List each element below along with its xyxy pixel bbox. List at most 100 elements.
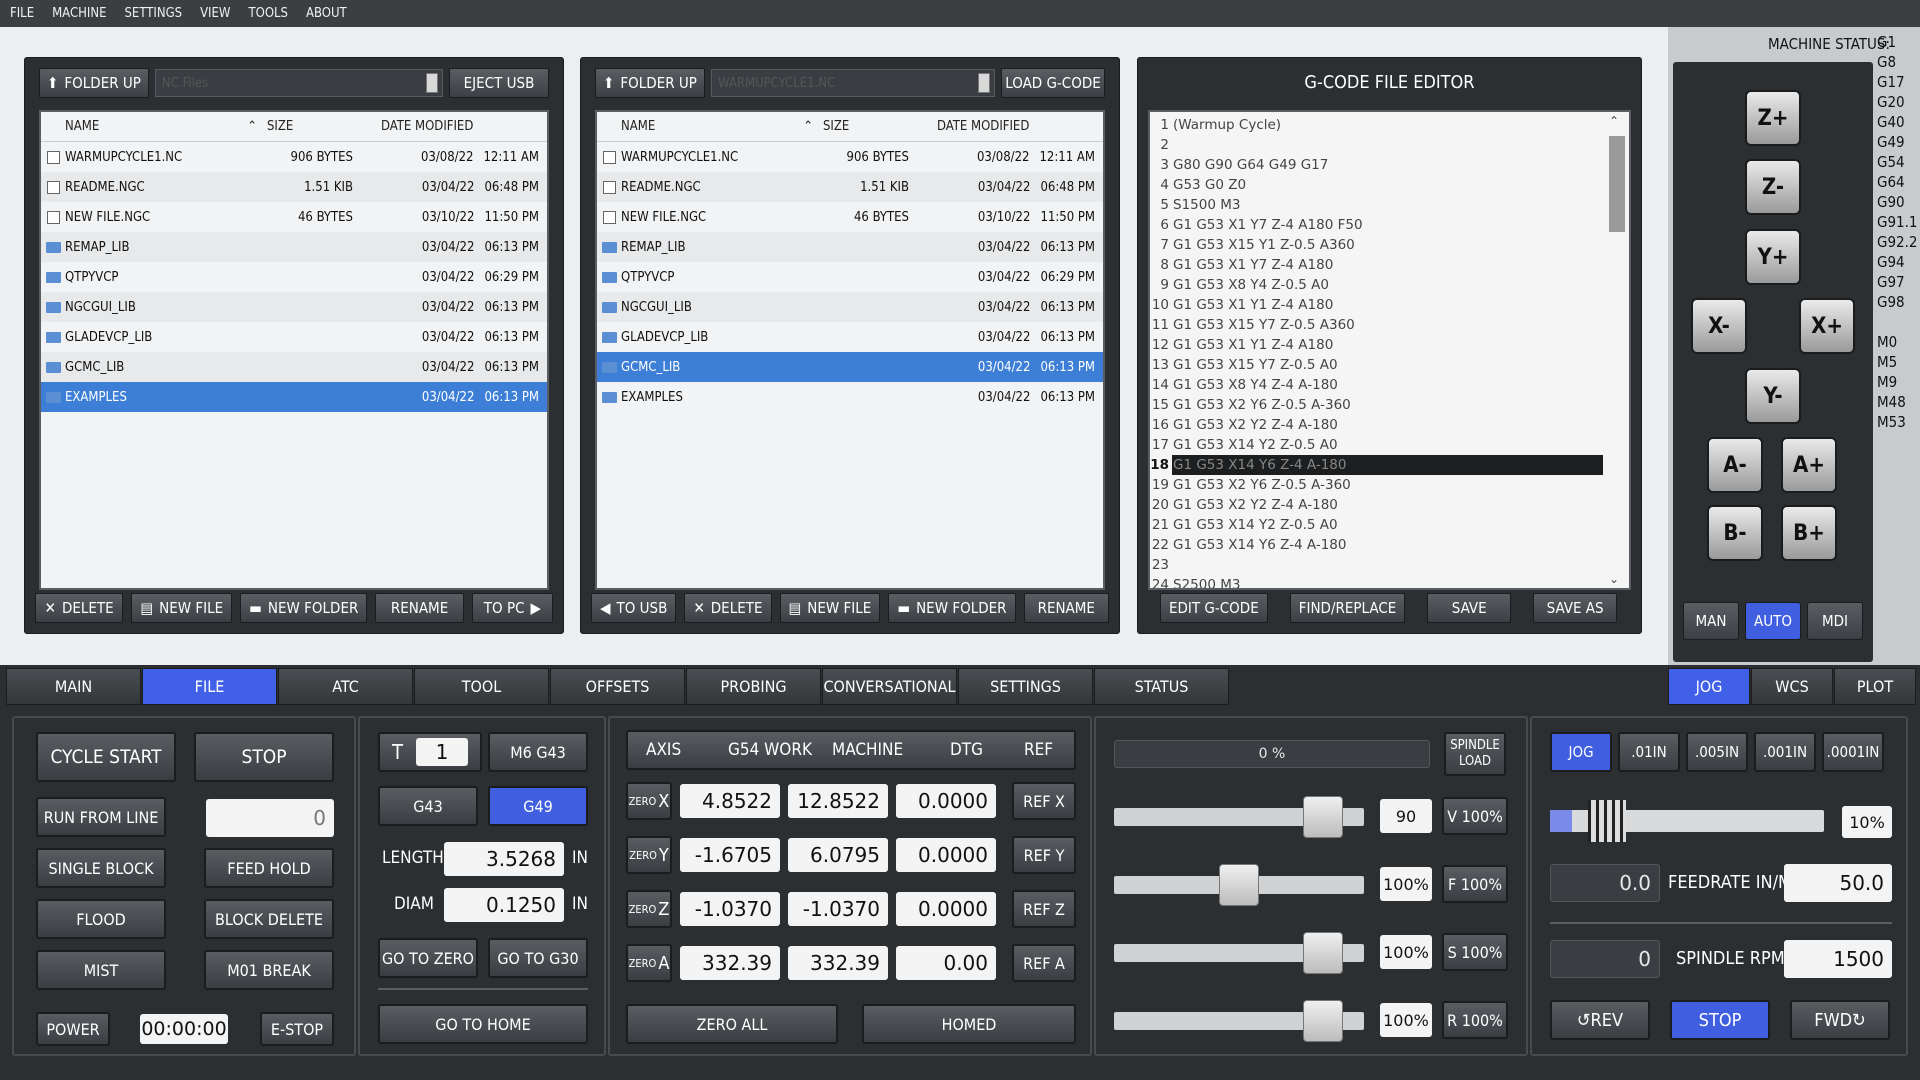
- rapid-r-reset-button[interactable]: R 100%: [1442, 1001, 1508, 1039]
- spindle-stop-button[interactable]: STOP: [1670, 1000, 1770, 1040]
- feed-hold-button[interactable]: FEED HOLD: [204, 848, 334, 888]
- folder-row[interactable]: REMAP_LIB 03/04/22 06:13 PM: [41, 232, 547, 262]
- g43-button[interactable]: G43: [378, 786, 478, 826]
- rename-button[interactable]: RENAME: [1023, 593, 1109, 623]
- folder-row[interactable]: QTPYVCP 03/04/22 06:29 PM: [41, 262, 547, 292]
- file-row[interactable]: README.NGC 1.51 KIB 03/04/22 06:48 PM: [597, 172, 1103, 202]
- jog-z-plus-button[interactable]: Z+: [1745, 90, 1801, 146]
- spindle-rev-button[interactable]: ↺ REV: [1550, 1000, 1650, 1040]
- jog-a-minus-button[interactable]: A-: [1707, 437, 1763, 493]
- run-from-line-input[interactable]: 0: [206, 799, 334, 837]
- run-from-line-button[interactable]: RUN FROM LINE: [36, 797, 166, 837]
- jog-increment-button[interactable]: .01IN: [1618, 732, 1680, 772]
- new-file-button[interactable]: ▤ NEW FILE: [779, 593, 881, 623]
- spindle-fwd-button[interactable]: FWD ↻: [1790, 1000, 1890, 1040]
- jog-x-minus-button[interactable]: X-: [1691, 298, 1747, 354]
- mode-man-button[interactable]: MAN: [1683, 602, 1739, 640]
- zero-x-button[interactable]: ZERO X: [626, 782, 672, 820]
- tab-main[interactable]: MAIN: [6, 668, 141, 705]
- power-button[interactable]: POWER: [36, 1012, 110, 1046]
- column-date[interactable]: DATE MODIFIED: [917, 119, 1103, 134]
- rapid-reset-button[interactable]: V 100%: [1442, 797, 1508, 835]
- jog-x-plus-button[interactable]: X+: [1799, 298, 1855, 354]
- jog-increment-button[interactable]: .005IN: [1686, 732, 1748, 772]
- go-to-home-button[interactable]: GO TO HOME: [378, 1004, 588, 1044]
- folder-row[interactable]: REMAP_LIB 03/04/22 06:13 PM: [597, 232, 1103, 262]
- ref-y-button[interactable]: REF Y: [1012, 836, 1076, 874]
- mode-mdi-button[interactable]: MDI: [1807, 602, 1863, 640]
- slider-handle[interactable]: [1303, 796, 1343, 838]
- tab-conversational[interactable]: CONVERSATIONAL: [822, 668, 957, 705]
- slider-handle[interactable]: [1303, 1000, 1343, 1042]
- jog-rate-slider[interactable]: [1550, 800, 1824, 842]
- folder-row[interactable]: GLADEVCP_LIB 03/04/22 06:13 PM: [41, 322, 547, 352]
- new-folder-button[interactable]: ▬ NEW FOLDER: [240, 593, 368, 623]
- feed-override-slider[interactable]: [1114, 864, 1364, 906]
- folder-row[interactable]: NGCGUI_LIB 03/04/22 06:13 PM: [41, 292, 547, 322]
- menu-machine[interactable]: MACHINE: [52, 6, 106, 21]
- editor-scrollbar[interactable]: ⌃ ⌄: [1605, 114, 1627, 586]
- menu-view[interactable]: VIEW: [200, 6, 230, 21]
- folder-up-button[interactable]: ⬆ FOLDER UP: [595, 68, 705, 98]
- menu-tools[interactable]: TOOLS: [248, 6, 288, 21]
- file-row[interactable]: WARMUPCYCLE1.NC 906 BYTES 03/08/22 12:11 AM: [597, 142, 1103, 172]
- slider-handle[interactable]: [1219, 864, 1259, 906]
- jog-increment-button[interactable]: .001IN: [1754, 732, 1816, 772]
- tab-settings[interactable]: SETTINGS: [958, 668, 1093, 705]
- rapid-r-override-slider[interactable]: [1114, 1000, 1364, 1042]
- tab-offsets[interactable]: OFFSETS: [550, 668, 685, 705]
- column-date[interactable]: DATE MODIFIED: [361, 119, 547, 134]
- menu-file[interactable]: FILE: [10, 6, 34, 21]
- column-name[interactable]: NAME ⌃: [65, 119, 263, 134]
- slider-handle[interactable]: [1303, 932, 1343, 974]
- rename-button[interactable]: RENAME: [375, 593, 464, 623]
- m01-break-button[interactable]: M01 BREAK: [204, 950, 334, 990]
- folder-up-button[interactable]: ⬆ FOLDER UP: [39, 68, 149, 98]
- tab-file[interactable]: FILE: [142, 668, 277, 705]
- folder-row[interactable]: EXAMPLES 03/04/22 06:13 PM: [597, 382, 1103, 412]
- ref-z-button[interactable]: REF Z: [1012, 890, 1076, 928]
- folder-row[interactable]: GCMC_LIB 03/04/22 06:13 PM: [41, 352, 547, 382]
- menu-about[interactable]: ABOUT: [306, 6, 347, 21]
- tab-probing[interactable]: PROBING: [686, 668, 821, 705]
- zero-y-button[interactable]: ZERO Y: [626, 836, 672, 874]
- column-size[interactable]: SIZE: [263, 119, 361, 134]
- feedrate-set[interactable]: 50.0: [1784, 864, 1892, 902]
- folder-row[interactable]: EXAMPLES 03/04/22 06:13 PM: [41, 382, 547, 412]
- jog-z-minus-button[interactable]: Z-: [1745, 159, 1801, 215]
- go-to-g30-button[interactable]: GO TO G30: [488, 938, 588, 978]
- zero-z-button[interactable]: ZERO Z: [626, 890, 672, 928]
- find-replace-button[interactable]: FIND/REPLACE: [1289, 593, 1406, 623]
- spindle-reset-button[interactable]: S 100%: [1442, 933, 1508, 971]
- file-list[interactable]: NAME ⌃ SIZE DATE MODIFIED WARMUPCYCLE1.NC…: [595, 110, 1105, 590]
- mist-button[interactable]: MIST: [36, 950, 166, 990]
- jog-increment-button[interactable]: JOG: [1550, 732, 1612, 772]
- delete-button[interactable]: ✕ DELETE: [35, 593, 124, 623]
- g49-button[interactable]: G49: [488, 786, 588, 826]
- file-list[interactable]: NAME ⌃ SIZE DATE MODIFIED WARMUPCYCLE1.NC…: [39, 110, 549, 590]
- path-combo[interactable]: WARMUPCYCLE1.NC: [711, 69, 995, 97]
- single-block-button[interactable]: SINGLE BLOCK: [36, 848, 166, 888]
- load-gcode-button[interactable]: LOAD G-CODE: [1001, 68, 1105, 98]
- mode-auto-button[interactable]: AUTO: [1745, 602, 1801, 640]
- to-usb-button[interactable]: ◀ TO USB: [591, 593, 677, 623]
- tab-wcs[interactable]: WCS: [1751, 668, 1833, 705]
- save-button[interactable]: SAVE: [1427, 593, 1512, 623]
- estop-button[interactable]: E-STOP: [260, 1012, 334, 1046]
- folder-row[interactable]: NGCGUI_LIB 03/04/22 06:13 PM: [597, 292, 1103, 322]
- file-row[interactable]: README.NGC 1.51 KIB 03/04/22 06:48 PM: [41, 172, 547, 202]
- delete-button[interactable]: ✕ DELETE: [684, 593, 772, 623]
- tab-atc[interactable]: ATC: [278, 668, 413, 705]
- m6-g43-button[interactable]: M6 G43: [488, 732, 588, 772]
- file-row[interactable]: NEW FILE.NGC 46 BYTES 03/10/22 11:50 PM: [597, 202, 1103, 232]
- new-file-button[interactable]: ▤ NEW FILE: [131, 593, 233, 623]
- tool-number-input[interactable]: 1: [416, 738, 468, 766]
- file-row[interactable]: NEW FILE.NGC 46 BYTES 03/10/22 11:50 PM: [41, 202, 547, 232]
- column-name[interactable]: NAME ⌃: [621, 119, 819, 134]
- to-pc-button[interactable]: TO PC ▶: [471, 593, 554, 623]
- folder-row[interactable]: GCMC_LIB 03/04/22 06:13 PM: [597, 352, 1103, 382]
- cycle-start-button[interactable]: CYCLE START: [36, 732, 176, 782]
- feed-reset-button[interactable]: F 100%: [1442, 865, 1508, 903]
- homed-button[interactable]: HOMED: [862, 1004, 1076, 1044]
- folder-row[interactable]: QTPYVCP 03/04/22 06:29 PM: [597, 262, 1103, 292]
